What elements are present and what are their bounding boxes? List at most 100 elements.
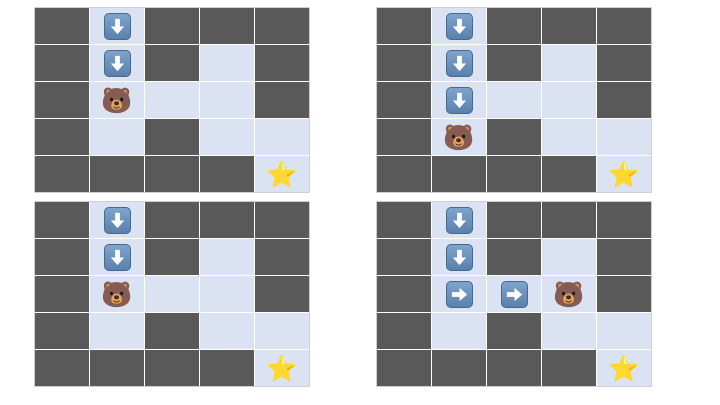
path-cell — [432, 82, 486, 118]
wall-cell — [542, 350, 596, 386]
wall-cell — [200, 156, 254, 192]
open-cell — [542, 239, 596, 275]
wall-cell — [377, 119, 431, 155]
arrow-down-icon — [445, 86, 473, 114]
wall-cell — [90, 350, 144, 386]
open-cell — [432, 313, 486, 349]
wall-cell — [597, 276, 651, 312]
goal-cell: ⭐ — [597, 350, 651, 386]
wall-cell — [145, 313, 199, 349]
wall-cell — [542, 8, 596, 44]
wall-cell — [35, 202, 89, 238]
wall-cell — [35, 82, 89, 118]
path-cell — [432, 202, 486, 238]
open-cell — [90, 313, 144, 349]
wall-cell — [200, 350, 254, 386]
arrow-down-icon — [445, 243, 473, 271]
wall-cell — [377, 313, 431, 349]
wall-cell — [542, 156, 596, 192]
wall-cell — [90, 156, 144, 192]
path-cell — [487, 276, 541, 312]
bear-cell: 🐻 — [90, 276, 144, 312]
wall-cell — [432, 350, 486, 386]
bear-cell: 🐻 — [542, 276, 596, 312]
path-cell — [90, 202, 144, 238]
wall-cell — [35, 350, 89, 386]
wall-cell — [255, 239, 309, 275]
wall-cell — [487, 45, 541, 81]
wall-cell — [377, 276, 431, 312]
open-cell — [255, 119, 309, 155]
arrow-right-icon — [500, 280, 528, 308]
path-cell — [432, 239, 486, 275]
wall-cell — [487, 156, 541, 192]
goal-cell: ⭐ — [255, 156, 309, 192]
wall-cell — [487, 313, 541, 349]
wall-cell — [432, 156, 486, 192]
bear-icon: 🐻 — [101, 279, 133, 309]
wall-cell — [597, 8, 651, 44]
wall-cell — [145, 202, 199, 238]
wall-cell — [145, 45, 199, 81]
open-cell — [90, 119, 144, 155]
arrow-down-icon — [103, 49, 131, 77]
panel-bottom-left: 🐻 ⭐ — [34, 201, 310, 387]
open-cell — [145, 82, 199, 118]
arrow-down-icon — [103, 206, 131, 234]
wall-cell — [377, 45, 431, 81]
wall-cell — [377, 239, 431, 275]
open-cell — [597, 119, 651, 155]
open-cell — [487, 82, 541, 118]
wall-cell — [255, 82, 309, 118]
open-cell — [200, 276, 254, 312]
wall-cell — [200, 8, 254, 44]
wall-cell — [200, 202, 254, 238]
wall-cell — [597, 45, 651, 81]
wall-cell — [255, 45, 309, 81]
wall-cell — [597, 202, 651, 238]
wall-cell — [487, 239, 541, 275]
wall-cell — [487, 202, 541, 238]
wall-cell — [145, 350, 199, 386]
wall-cell — [487, 119, 541, 155]
wall-cell — [377, 202, 431, 238]
wall-cell — [377, 8, 431, 44]
wall-cell — [377, 156, 431, 192]
open-cell — [542, 119, 596, 155]
open-cell — [542, 82, 596, 118]
path-cell — [432, 276, 486, 312]
arrow-down-icon — [103, 243, 131, 271]
wall-cell — [377, 82, 431, 118]
wall-cell — [597, 82, 651, 118]
open-cell — [145, 276, 199, 312]
wall-cell — [145, 156, 199, 192]
arrow-right-icon — [445, 280, 473, 308]
wall-cell — [255, 8, 309, 44]
panel-top-left: 🐻 ⭐ — [34, 7, 310, 193]
star-icon: ⭐ — [266, 159, 298, 189]
wall-cell — [35, 45, 89, 81]
wall-cell — [145, 239, 199, 275]
panel-bottom-right: 🐻 ⭐ — [376, 201, 652, 387]
wall-cell — [35, 8, 89, 44]
open-cell — [542, 45, 596, 81]
wall-cell — [35, 239, 89, 275]
bear-cell: 🐻 — [432, 119, 486, 155]
wall-cell — [145, 119, 199, 155]
path-cell — [90, 239, 144, 275]
bear-icon: 🐻 — [553, 279, 585, 309]
wall-cell — [542, 202, 596, 238]
wall-cell — [35, 119, 89, 155]
bear-icon: 🐻 — [443, 122, 475, 152]
bear-icon: 🐻 — [101, 85, 133, 115]
panel-top-right: 🐻 ⭐ — [376, 7, 652, 193]
wall-cell — [35, 156, 89, 192]
path-cell — [90, 45, 144, 81]
wall-cell — [35, 313, 89, 349]
star-icon: ⭐ — [266, 353, 298, 383]
open-cell — [542, 313, 596, 349]
path-cell — [432, 8, 486, 44]
wall-cell — [377, 350, 431, 386]
wall-cell — [597, 239, 651, 275]
wall-cell — [487, 8, 541, 44]
